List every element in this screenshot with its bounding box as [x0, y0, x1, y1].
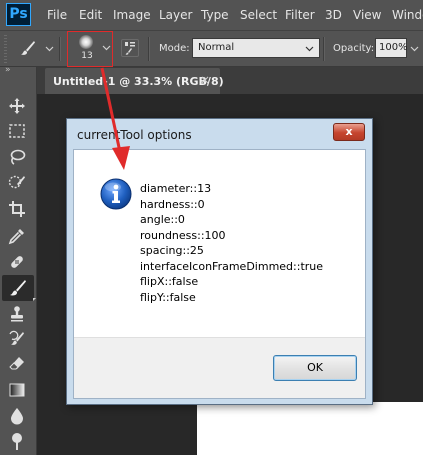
brush-preset-icon[interactable] [20, 40, 36, 56]
rectangular-marquee-icon [9, 124, 25, 138]
message-line: interfaceIconFrameDimmed::true [140, 259, 324, 273]
history-brush-tool[interactable] [8, 330, 28, 350]
tools-panel: » [0, 65, 37, 455]
message-line: spacing::25 [140, 244, 204, 257]
dialog-body: diameter::13 hardness::0 angle::0 roundn… [73, 149, 366, 399]
brush-icon [10, 280, 26, 296]
tool-flyout-indicator [33, 298, 36, 301]
chevron-down-icon[interactable] [45, 46, 54, 52]
menu-select[interactable]: Select [240, 8, 277, 22]
eraser-tool[interactable] [8, 355, 28, 375]
water-drop-icon [11, 408, 23, 425]
opacity-value: 100% [379, 42, 408, 53]
document-canvas[interactable] [197, 402, 423, 455]
lasso-tool[interactable] [8, 148, 28, 168]
menu-file[interactable]: File [47, 8, 67, 22]
ok-button[interactable]: OK [273, 355, 357, 381]
dodge-icon [12, 433, 22, 450]
message-line: angle::0 [140, 213, 185, 226]
collapse-panel-icon[interactable]: » [5, 65, 10, 75]
mode-label: Mode: [159, 43, 190, 54]
chevron-down-icon[interactable] [102, 45, 111, 51]
separator [59, 37, 61, 61]
message-line: flipX::false [140, 275, 199, 288]
history-brush-icon [9, 330, 24, 345]
separator [148, 37, 150, 61]
opacity-input[interactable]: 100% [375, 38, 408, 58]
info-icon [100, 178, 132, 210]
menu-window[interactable]: Windo [392, 8, 423, 22]
brush-panel-icon [125, 42, 135, 55]
stamp-icon [11, 306, 23, 322]
brush-panel-toggle-button[interactable] [121, 39, 139, 57]
dodge-tool[interactable] [8, 432, 28, 452]
blur-tool[interactable] [8, 407, 28, 427]
options-bar-grip[interactable] [4, 35, 7, 63]
menu-image[interactable]: Image [113, 8, 151, 22]
gradient-icon [9, 383, 25, 397]
brush-tool[interactable] [2, 275, 36, 301]
chevron-down-icon [305, 46, 314, 52]
move-icon [9, 98, 25, 114]
move-tool[interactable] [8, 97, 28, 117]
marquee-tool[interactable] [8, 122, 28, 142]
lasso-icon [10, 149, 26, 165]
opacity-label: Opacity: [333, 43, 375, 54]
crop-icon [9, 201, 25, 217]
options-bar: 13 Mode: Normal Opacity: 100% [0, 30, 423, 67]
quick-selection-tool[interactable] [8, 174, 28, 194]
quick-selection-icon [8, 175, 25, 189]
eyedropper-icon [8, 229, 24, 245]
message-line: diameter::13 [140, 182, 212, 195]
message-line: hardness::0 [140, 197, 205, 211]
crop-tool[interactable] [8, 200, 28, 220]
clone-stamp-tool[interactable] [8, 305, 28, 325]
menu-3d[interactable]: 3D [325, 8, 342, 22]
healing-brush-tool[interactable] [8, 253, 28, 273]
mode-select[interactable]: Normal [192, 38, 320, 58]
eraser-icon [9, 357, 24, 370]
brush-tip-preview [79, 35, 93, 49]
gradient-tool[interactable] [8, 381, 28, 401]
document-tab-title: Untitled-1 @ 33.3% (RGB/8) [53, 75, 224, 88]
brush-size-value: 13 [81, 51, 93, 61]
band-aid-icon [11, 256, 23, 268]
menu-view[interactable]: View [353, 8, 381, 22]
dialog-close-button[interactable]: x [333, 123, 365, 141]
message-line: flipY::false [140, 290, 196, 304]
photoshop-logo: Ps [6, 3, 31, 26]
menu-layer[interactable]: Layer [159, 8, 192, 22]
dialog-message: diameter::13 hardness::0 angle::0 roundn… [140, 181, 323, 305]
message-line: roundness::100 [140, 228, 226, 242]
close-icon[interactable]: × [200, 73, 210, 87]
chevron-down-icon[interactable] [410, 46, 419, 52]
menu-filter[interactable]: Filter [285, 8, 315, 22]
dialog-footer: OK [74, 337, 365, 398]
separator [323, 37, 325, 61]
document-tab-bar: Untitled-1 @ 33.3% (RGB/8) × [0, 67, 423, 94]
mode-value: Normal [198, 42, 235, 53]
brush-preset-picker[interactable]: 13 [67, 31, 113, 67]
eyedropper-tool[interactable] [8, 227, 28, 247]
annotation-arrow-icon [100, 67, 130, 170]
menu-edit[interactable]: Edit [79, 8, 102, 22]
menu-bar: Ps File Edit Image Layer Type Select Fil… [0, 0, 423, 30]
menu-type[interactable]: Type [201, 8, 229, 22]
